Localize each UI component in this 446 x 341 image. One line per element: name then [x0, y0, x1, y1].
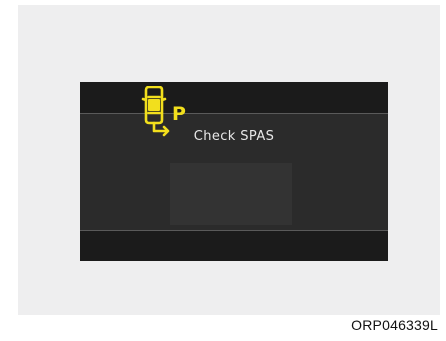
parking-assist-car-icon: P: [141, 86, 186, 137]
figure-code: ORP046339L: [351, 317, 438, 333]
parking-letter: P: [172, 103, 186, 125]
icon-area: [170, 163, 292, 225]
warning-message: Check SPAS: [193, 129, 275, 144]
display-bottom-bar: [80, 230, 388, 261]
display-top-bar: [80, 82, 388, 114]
cluster-display: Check SPAS: [80, 82, 388, 261]
